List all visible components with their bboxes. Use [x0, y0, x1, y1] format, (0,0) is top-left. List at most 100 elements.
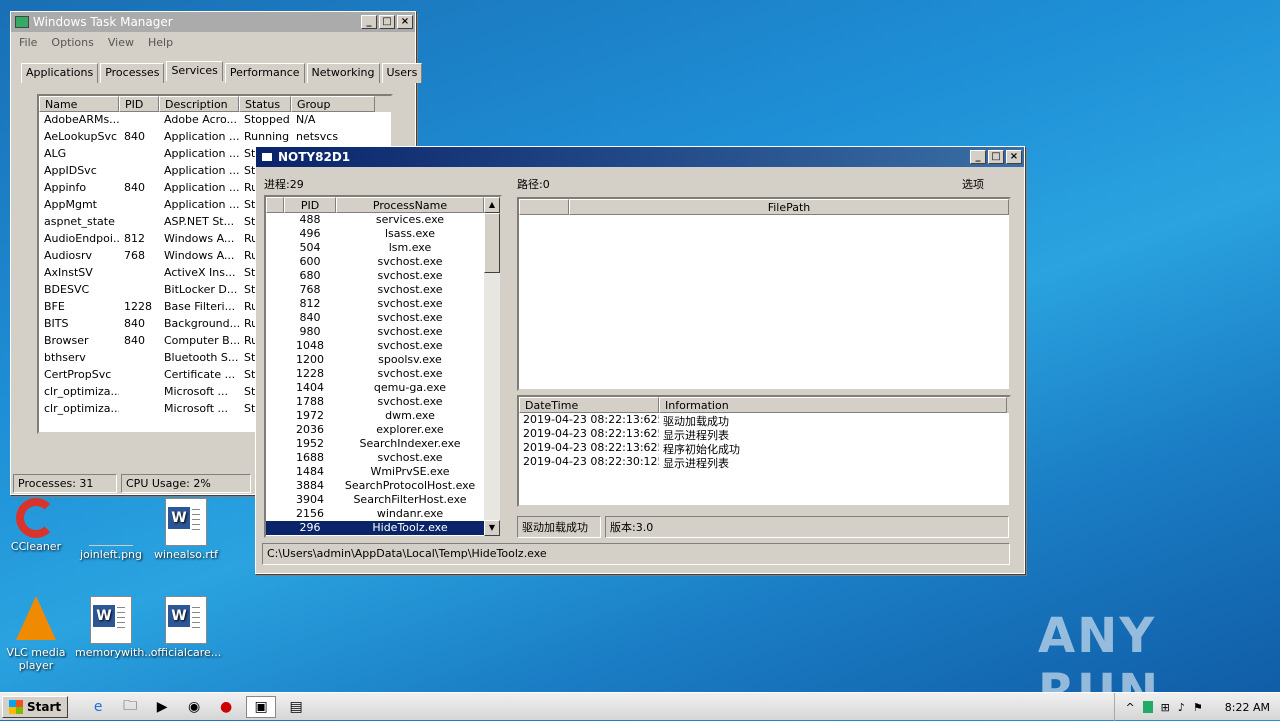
scroll-down-button[interactable]: ▼ — [484, 520, 500, 536]
process-row[interactable]: 1404 qemu-ga.exe — [266, 381, 484, 395]
log-row[interactable]: 2019-04-23 08:22:13:625 显示进程列表 — [519, 427, 1009, 441]
process-row[interactable]: 3904 SearchFilterHost.exe — [266, 493, 484, 507]
process-row[interactable]: 1048 svchost.exe — [266, 339, 484, 353]
taskbar-hidetoolz-button[interactable]: ▣ — [246, 695, 277, 718]
tray-expand-icon[interactable]: ^ — [1125, 701, 1134, 714]
menu-file[interactable]: File — [19, 36, 37, 49]
pid-cell: 488 — [299, 213, 321, 226]
tab-processes[interactable]: Processes — [100, 63, 165, 83]
process-row[interactable]: 680 svchost.exe — [266, 269, 484, 283]
table-cell: Application ... — [164, 130, 239, 143]
desktop-icon-winealso[interactable]: winealso.rtf — [150, 498, 222, 561]
process-row[interactable]: 3884 SearchProtocolHost.exe — [266, 479, 484, 493]
volume-icon[interactable]: ♪ — [1178, 701, 1185, 714]
table-cell: ASP.NET St... — [164, 215, 235, 228]
desktop-icon-joinleft[interactable]: joinleft.png — [75, 498, 147, 561]
chrome-icon[interactable]: ◉ — [182, 696, 206, 718]
column-header-information[interactable]: Information — [659, 397, 1007, 413]
processname-cell: HideToolz.exe — [372, 521, 448, 534]
process-list-scrollbar[interactable]: ▲ ▼ — [484, 197, 500, 536]
desktop-icon-officialcare[interactable]: officialcare... — [150, 596, 222, 659]
maximize-button[interactable]: □ — [379, 15, 395, 29]
media-player-icon[interactable]: ▶ — [150, 696, 174, 718]
process-row[interactable]: 1972 dwm.exe — [266, 409, 484, 423]
path-count-label: 路径:0 — [517, 178, 550, 191]
scroll-up-button[interactable]: ▲ — [484, 197, 500, 213]
pid-cell: 1484 — [296, 465, 324, 478]
taskbar-taskmanager-button[interactable]: ▤ — [284, 696, 308, 718]
tab-users[interactable]: Users — [381, 63, 423, 83]
process-row[interactable]: 812 svchost.exe — [266, 297, 484, 311]
process-row[interactable]: 496 lsass.exe — [266, 227, 484, 241]
column-header-name[interactable]: Name — [39, 96, 119, 112]
options-menu[interactable]: 选项 — [962, 176, 984, 192]
menu-view[interactable]: View — [108, 36, 134, 49]
processname-cell: svchost.exe — [377, 325, 443, 338]
process-row[interactable]: 1788 svchost.exe — [266, 395, 484, 409]
row-spacer — [266, 521, 284, 535]
process-row[interactable]: 1484 WmiPrvSE.exe — [266, 465, 484, 479]
log-list[interactable]: DateTime Information 2019-04-23 08:22:13… — [517, 395, 1011, 507]
column-header-filepath[interactable]: FilePath — [569, 199, 1009, 215]
table-cell: 768 — [124, 249, 145, 262]
minimize-button[interactable]: _ — [970, 150, 986, 164]
column-header-pid[interactable]: PID — [119, 96, 159, 112]
maximize-button[interactable]: □ — [988, 150, 1004, 164]
flag-icon[interactable]: ⚑ — [1193, 701, 1203, 714]
processname-cell: svchost.exe — [377, 339, 443, 352]
table-cell: AeLookupSvc — [44, 130, 118, 143]
clock[interactable]: 8:22 AM — [1225, 701, 1270, 714]
process-row[interactable]: 2156 windanr.exe — [266, 507, 484, 521]
tray-app-icon[interactable] — [1142, 701, 1153, 713]
process-row[interactable]: 1688 svchost.exe — [266, 451, 484, 465]
column-header-description[interactable]: Description — [159, 96, 239, 112]
close-button[interactable]: × — [1006, 150, 1022, 164]
ie-icon[interactable]: e — [86, 696, 110, 718]
hidetoolz-titlebar[interactable]: NOTY82D1 _ □ × — [256, 147, 1024, 167]
filepath-list[interactable]: FilePath — [517, 197, 1011, 391]
desktop-icon-vlc[interactable]: VLC media player — [0, 596, 72, 672]
process-row[interactable]: 768 svchost.exe — [266, 283, 484, 297]
desktop-icon-memorywith[interactable]: memorywith... — [75, 596, 155, 659]
process-row[interactable]: 1228 svchost.exe — [266, 367, 484, 381]
tab-networking[interactable]: Networking — [306, 63, 380, 83]
log-row[interactable]: 2019-04-23 08:22:13:625 驱动加载成功 — [519, 413, 1009, 427]
table-cell: Computer B... — [164, 334, 239, 347]
column-header-processname[interactable]: ProcessName — [336, 197, 484, 213]
log-row[interactable]: 2019-04-23 08:22:30:125 显示进程列表 — [519, 455, 1009, 469]
process-row[interactable]: 296 HideToolz.exe — [266, 521, 484, 535]
row-spacer — [266, 451, 284, 465]
process-row[interactable]: 980 svchost.exe — [266, 325, 484, 339]
column-header-status[interactable]: Status — [239, 96, 291, 112]
column-header-pid[interactable]: PID — [284, 197, 336, 213]
minimize-button[interactable]: _ — [361, 15, 377, 29]
column-header-group[interactable]: Group — [291, 96, 375, 112]
process-row[interactable]: 488 services.exe — [266, 213, 484, 227]
pid-cell: 504 — [299, 241, 321, 254]
tab-services[interactable]: Services — [166, 61, 223, 81]
column-header-datetime[interactable]: DateTime — [519, 397, 659, 413]
process-row[interactable]: 504 lsm.exe — [266, 241, 484, 255]
folder-icon[interactable]: 🗀 — [118, 696, 142, 718]
start-button[interactable]: Start — [2, 695, 69, 718]
desktop-icon-ccleaner[interactable]: CCleaner — [0, 498, 72, 553]
menu-options[interactable]: Options — [51, 36, 93, 49]
process-row[interactable]: 1952 SearchIndexer.exe — [266, 437, 484, 451]
tab-performance[interactable]: Performance — [224, 63, 305, 83]
tab-applications[interactable]: Applications — [21, 63, 99, 83]
network-icon[interactable]: ⊞ — [1161, 701, 1170, 714]
scroll-thumb[interactable] — [484, 213, 500, 273]
log-row[interactable]: 2019-04-23 08:22:13:625 程序初始化成功 — [519, 441, 1009, 455]
process-row[interactable]: 2036 explorer.exe — [266, 423, 484, 437]
table-row[interactable]: AeLookupSvc 840 Application ... Running nets… — [39, 129, 391, 146]
table-row[interactable]: AdobeARMs... Adobe Acro... Stopped N/A — [39, 112, 391, 129]
process-row[interactable]: 1200 spoolsv.exe — [266, 353, 484, 367]
process-row[interactable]: 600 svchost.exe — [266, 255, 484, 269]
menu-help[interactable]: Help — [148, 36, 173, 49]
process-list[interactable]: PID ProcessName 488 services.exe 496 lsass.… — [264, 195, 502, 538]
process-row[interactable]: 840 svchost.exe — [266, 311, 484, 325]
table-cell — [119, 350, 159, 367]
close-button[interactable]: × — [397, 15, 413, 29]
task-manager-titlebar[interactable]: Windows Task Manager _ □ × — [11, 12, 415, 32]
opera-icon[interactable]: ● — [214, 696, 238, 718]
